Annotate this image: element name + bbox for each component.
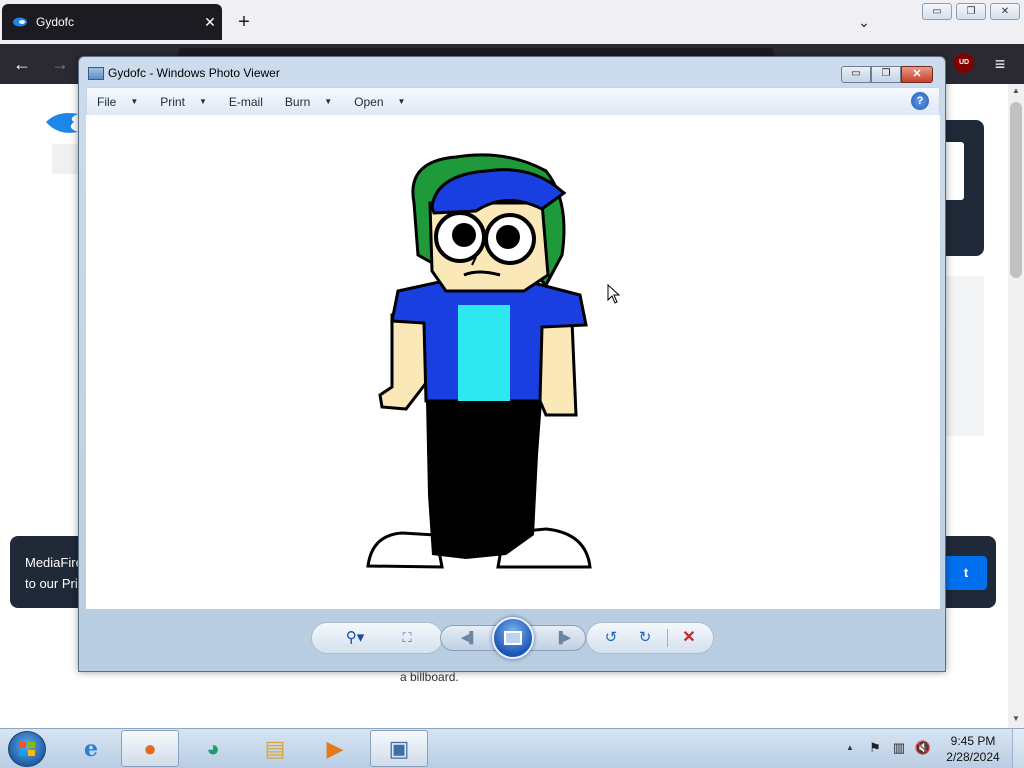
slideshow-picture-icon [504,631,522,645]
caret-down-icon: ▼ [324,97,333,106]
menu-burn-label: Burn [284,94,311,109]
page-placeholder-box [52,144,80,174]
photo-canvas [86,115,940,609]
ie-glyph: e [84,735,98,762]
start-button[interactable] [8,731,46,767]
mediafire-favicon-icon [13,17,27,27]
photo-viewer-toolbar: ⚲▾ ⛶ ◀▌ ▐▶ ↺ ↻ ✕ [86,609,940,667]
character-drawing-image [366,153,592,569]
action-center-flag-icon[interactable]: ⚑ [866,740,884,756]
taskbar-edge-icon[interactable]: ◕ [184,730,242,767]
menu-print-label: Print [160,94,185,109]
right-arm [538,319,578,417]
hamburger-menu-icon[interactable]: ≡ [990,52,1010,76]
photo-viewer-window: Gydofc - Windows Photo Viewer ▭ ❐ ✕ File… [78,56,946,672]
new-tab-button[interactable]: + [232,10,256,34]
taskbar-internet-explorer-icon[interactable]: e [62,730,120,767]
photo-viewer-window-controls: ▭ ❐ ✕ [841,66,933,83]
toolbar-left-pill [311,622,443,654]
dark-card-inner-box [946,142,964,200]
browser-minimize-button[interactable]: ▭ [922,3,952,20]
taskbar-photo-viewer-icon[interactable]: ▣ [370,730,428,767]
next-image-icon[interactable]: ▐▶ [550,628,576,648]
system-clock[interactable]: 9:45 PM 2/28/2024 [942,733,1004,765]
volume-muted-icon[interactable]: 🔇 [914,740,932,756]
left-pupil [452,223,476,247]
left-arm [378,313,428,411]
slideshow-button[interactable] [492,617,534,659]
menu-email-label: E-mail [228,94,263,109]
rotate-left-icon[interactable]: ↺ [600,628,622,648]
taskbar-file-explorer-icon[interactable]: ▤ [246,730,304,767]
menu-file-label: File [97,94,117,109]
photo-viewer-app-icon [88,67,104,80]
forward-arrow-icon[interactable]: → [48,52,72,76]
scroll-up-arrow-icon[interactable]: ▲ [1008,86,1024,100]
taskbar-media-player-icon[interactable]: ▶ [306,730,364,767]
scroll-thumb[interactable] [1010,102,1022,278]
media-glyph: ▶ [326,735,344,761]
pv-minimize-button[interactable]: ▭ [841,66,871,83]
taskbar-firefox-icon[interactable]: ● [121,730,179,767]
grey-side-card [946,276,984,436]
tab-close-icon[interactable]: ✕ [198,14,222,31]
browser-restore-button[interactable]: ❐ [956,3,986,20]
caret-down-icon: ▼ [397,97,406,106]
rotate-right-icon[interactable]: ↻ [634,628,656,648]
browser-window-controls: ▭ ❐ ✕ [922,3,1020,20]
clock-time: 9:45 PM [950,734,996,748]
edge-glyph: ◕ [206,735,220,761]
caret-down-icon: ▼ [130,97,139,106]
back-arrow-icon[interactable]: ← [10,52,34,76]
firefox-glyph: ● [143,735,157,761]
billboard-text: a billboard. [400,670,459,684]
menu-burn[interactable]: Burn ▼ [285,95,332,109]
windows-taskbar: e ● ◕ ▤ ▶ ▣ ▲ ⚑ ▥ 🔇 9:45 PM 2/28/2024 [0,728,1024,768]
caret-down-icon: ▼ [198,97,207,106]
zoom-magnifier-icon[interactable]: ⚲▾ [340,628,370,648]
cookie-accept-button[interactable]: t [945,556,987,590]
help-icon[interactable]: ? [911,92,929,110]
pants [426,401,542,559]
tab-title: Gydofc [36,15,75,29]
browser-tab-active[interactable]: Gydofc ✕ [2,4,222,40]
menu-email[interactable]: E-mail [229,95,263,109]
photo-viewer-title: Gydofc - Windows Photo Viewer [108,66,280,80]
explorer-glyph: ▤ [264,735,286,761]
actual-size-icon[interactable]: ⛶ [396,628,418,648]
photo-viewer-menubar: File ▼ Print ▼ E-mail Burn ▼ Open ▼ ? [86,87,940,115]
browser-tab-bar: Gydofc ✕ + ⌄ ▭ ❐ ✕ [0,0,1024,44]
menu-print[interactable]: Print ▼ [160,95,207,109]
photo-viewer-titlebar[interactable]: Gydofc - Windows Photo Viewer ▭ ❐ ✕ [79,57,945,87]
right-pupil [496,225,520,249]
menu-open-label: Open [354,94,384,109]
windows-logo-icon [19,742,35,756]
pv-maximize-button[interactable]: ❐ [871,66,901,83]
show-hidden-icons-arrow-icon[interactable]: ▲ [844,741,856,755]
previous-image-icon[interactable]: ◀▌ [456,628,482,648]
clock-date: 2/28/2024 [946,750,1000,764]
menu-file[interactable]: File ▼ [97,95,138,109]
photo-viewer-glyph: ▣ [388,735,410,761]
delete-x-icon[interactable]: ✕ [678,628,700,648]
mouse-cursor-icon [607,284,621,304]
toolbar-separator [667,629,668,647]
browser-close-button[interactable]: ✕ [990,3,1020,20]
network-icon[interactable]: ▥ [890,740,908,756]
shirt [458,305,510,401]
tab-list-chevron-icon[interactable]: ⌄ [852,10,876,34]
menu-open[interactable]: Open ▼ [354,95,405,109]
scroll-down-arrow-icon[interactable]: ▼ [1008,714,1024,728]
ublock-origin-icon[interactable]: UD [954,53,974,73]
show-desktop-button[interactable] [1012,729,1024,768]
pv-close-button[interactable]: ✕ [901,66,933,83]
